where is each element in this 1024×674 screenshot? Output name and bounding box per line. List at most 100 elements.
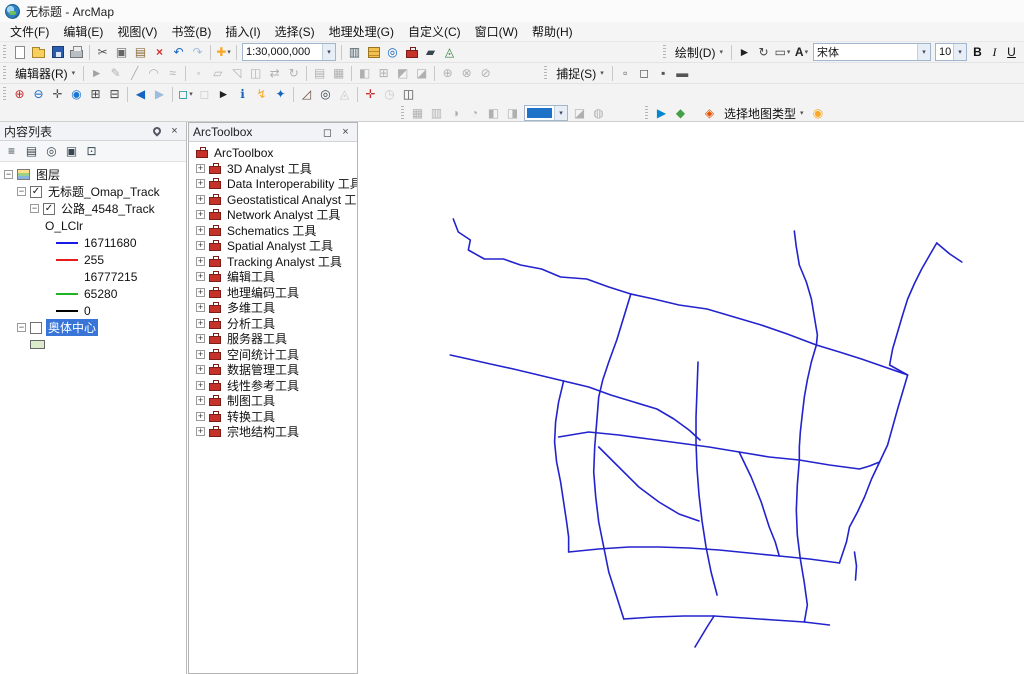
- toolbox-item-8[interactable]: +地理编码工具: [189, 285, 357, 301]
- rotate-elements-icon[interactable]: ↻: [754, 43, 773, 61]
- undo-icon[interactable]: ↶: [169, 43, 188, 61]
- html-popup-icon[interactable]: ✦: [271, 85, 290, 103]
- edit-vertices-icon[interactable]: ▱: [208, 64, 227, 82]
- tree-expander[interactable]: −: [17, 187, 26, 196]
- vertex-snapping-icon[interactable]: ▪: [654, 64, 673, 82]
- transparency-icon[interactable]: ◧: [484, 104, 503, 122]
- tree-expander[interactable]: +: [196, 241, 205, 250]
- list-by-source-icon[interactable]: ▤: [22, 142, 41, 160]
- tree-expander[interactable]: +: [196, 195, 205, 204]
- edit-annotation-tool-icon[interactable]: ✎: [106, 64, 125, 82]
- zoom-in-icon[interactable]: ⊕: [10, 85, 29, 103]
- line-symbol-swatch[interactable]: [56, 242, 78, 244]
- cut-polygons-icon[interactable]: ◫: [246, 64, 265, 82]
- scale-combo[interactable]: 1:30,000,000▾: [242, 43, 336, 61]
- menu-item-2[interactable]: 视图(V): [110, 21, 164, 42]
- toolbox-item-10[interactable]: +分析工具: [189, 316, 357, 332]
- tree-expander[interactable]: −: [17, 323, 26, 332]
- toc-close-button[interactable]: ×: [167, 124, 182, 139]
- paste-icon[interactable]: ▤: [131, 43, 150, 61]
- forward-extent-icon[interactable]: ▶: [150, 85, 169, 103]
- viewer-window-icon[interactable]: ◫: [399, 85, 418, 103]
- open-icon[interactable]: [29, 43, 48, 61]
- legend-16777215[interactable]: 16777215: [0, 268, 186, 285]
- toc-pin-button[interactable]: [149, 124, 164, 139]
- tree-expander[interactable]: +: [196, 257, 205, 266]
- print-icon[interactable]: [67, 43, 86, 61]
- toolbar-grip[interactable]: [401, 106, 404, 121]
- toolbox-item-6[interactable]: +Tracking Analyst 工具: [189, 254, 357, 270]
- pan-icon[interactable]: ✛: [48, 85, 67, 103]
- layer-gonglu-4548-track[interactable]: −✓公路_4548_Track: [0, 200, 186, 217]
- bold-button[interactable]: B: [969, 44, 986, 61]
- line-symbol-swatch[interactable]: [56, 259, 78, 261]
- contrast-icon[interactable]: ◑: [446, 104, 465, 122]
- find-route-icon[interactable]: ◬: [335, 85, 354, 103]
- tree-expander[interactable]: +: [196, 303, 205, 312]
- trace-tool-icon[interactable]: ≈: [163, 64, 182, 82]
- straight-segment-icon[interactable]: ╱: [125, 64, 144, 82]
- symbol-color-swatch[interactable]: ▾: [524, 105, 568, 121]
- tree-expander[interactable]: +: [196, 412, 205, 421]
- catalog-window-icon[interactable]: [364, 43, 383, 61]
- tree-expander[interactable]: +: [196, 164, 205, 173]
- fixed-zoom-out-icon[interactable]: ⊟: [105, 85, 124, 103]
- fixed-zoom-in-icon[interactable]: ⊞: [86, 85, 105, 103]
- clear-selection-icon[interactable]: ◻: [195, 85, 214, 103]
- back-extent-icon[interactable]: ◀: [131, 85, 150, 103]
- toolbox-item-5[interactable]: +Spatial Analyst 工具: [189, 238, 357, 254]
- copy-icon[interactable]: ▣: [112, 43, 131, 61]
- legend-65280[interactable]: 65280: [0, 285, 186, 302]
- legend-16711680[interactable]: 16711680: [0, 234, 186, 251]
- toolbar-grip[interactable]: [544, 66, 547, 81]
- toolbox-item-14[interactable]: +线性参考工具: [189, 378, 357, 394]
- menu-item-3[interactable]: 书签(B): [164, 21, 218, 42]
- snap-toggle-icon[interactable]: ⊞: [374, 64, 393, 82]
- line-symbol-swatch[interactable]: [56, 293, 78, 295]
- line-symbol-swatch[interactable]: [56, 310, 78, 312]
- tree-expander[interactable]: +: [196, 288, 205, 297]
- menu-item-1[interactable]: 编辑(E): [56, 21, 110, 42]
- tree-expander[interactable]: −: [30, 204, 39, 213]
- menu-item-8[interactable]: 窗口(W): [468, 21, 525, 42]
- legend-0[interactable]: 0: [0, 302, 186, 319]
- cut-icon[interactable]: ✂: [93, 43, 112, 61]
- list-by-selection-icon[interactable]: ▣: [62, 142, 81, 160]
- toolbar-grip[interactable]: [3, 45, 6, 60]
- search-window-icon[interactable]: ◎: [383, 43, 402, 61]
- snapping-menu[interactable]: 捕捉(S)▾: [551, 64, 609, 82]
- tree-expander[interactable]: +: [196, 272, 205, 281]
- legend-field-olclr[interactable]: O_LClr: [0, 217, 186, 234]
- tree-expander[interactable]: +: [196, 226, 205, 235]
- arctoolbox-restore-button[interactable]: ◻: [320, 125, 335, 140]
- toolbox-item-3[interactable]: +Network Analyst 工具: [189, 207, 357, 223]
- map-type-icon[interactable]: ◈: [700, 104, 719, 122]
- delete-icon[interactable]: ×: [150, 43, 169, 61]
- dim-layer-icon[interactable]: ◪: [570, 104, 589, 122]
- tree-expander[interactable]: −: [4, 170, 13, 179]
- tree-expander[interactable]: +: [196, 350, 205, 359]
- reshape-feature-icon[interactable]: ◹: [227, 64, 246, 82]
- map-canvas[interactable]: [358, 122, 1024, 674]
- pixel-inspector-icon[interactable]: ▦: [408, 104, 427, 122]
- select-elements-tool-icon[interactable]: ►: [214, 85, 233, 103]
- draw-menu[interactable]: 绘制(D)▾: [670, 43, 728, 61]
- toolbox-item-4[interactable]: +Schematics 工具: [189, 223, 357, 239]
- python-window-icon[interactable]: ▰: [421, 43, 440, 61]
- font-combo[interactable]: 宋体▾: [813, 43, 931, 61]
- polygon-symbol-swatch[interactable]: [30, 340, 45, 349]
- add-basemap-icon[interactable]: ◉: [809, 104, 828, 122]
- toolbox-item-13[interactable]: +数据管理工具: [189, 362, 357, 378]
- endpoint-arc-icon[interactable]: ◠: [144, 64, 163, 82]
- toolbox-item-12[interactable]: +空间统计工具: [189, 347, 357, 363]
- topology-edit-icon[interactable]: ◩: [393, 64, 412, 82]
- redo-icon[interactable]: ↷: [188, 43, 207, 61]
- identify-icon[interactable]: ℹ: [233, 85, 252, 103]
- create-features-icon[interactable]: ◧: [355, 64, 374, 82]
- text-tool-icon[interactable]: A▾: [792, 43, 811, 61]
- underline-button[interactable]: U: [1003, 44, 1020, 61]
- toolbox-item-1[interactable]: +Data Interoperability 工具: [189, 176, 357, 192]
- tree-expander[interactable]: +: [196, 381, 205, 390]
- tree-expander[interactable]: +: [196, 319, 205, 328]
- toc-options-icon[interactable]: ⊡: [82, 142, 101, 160]
